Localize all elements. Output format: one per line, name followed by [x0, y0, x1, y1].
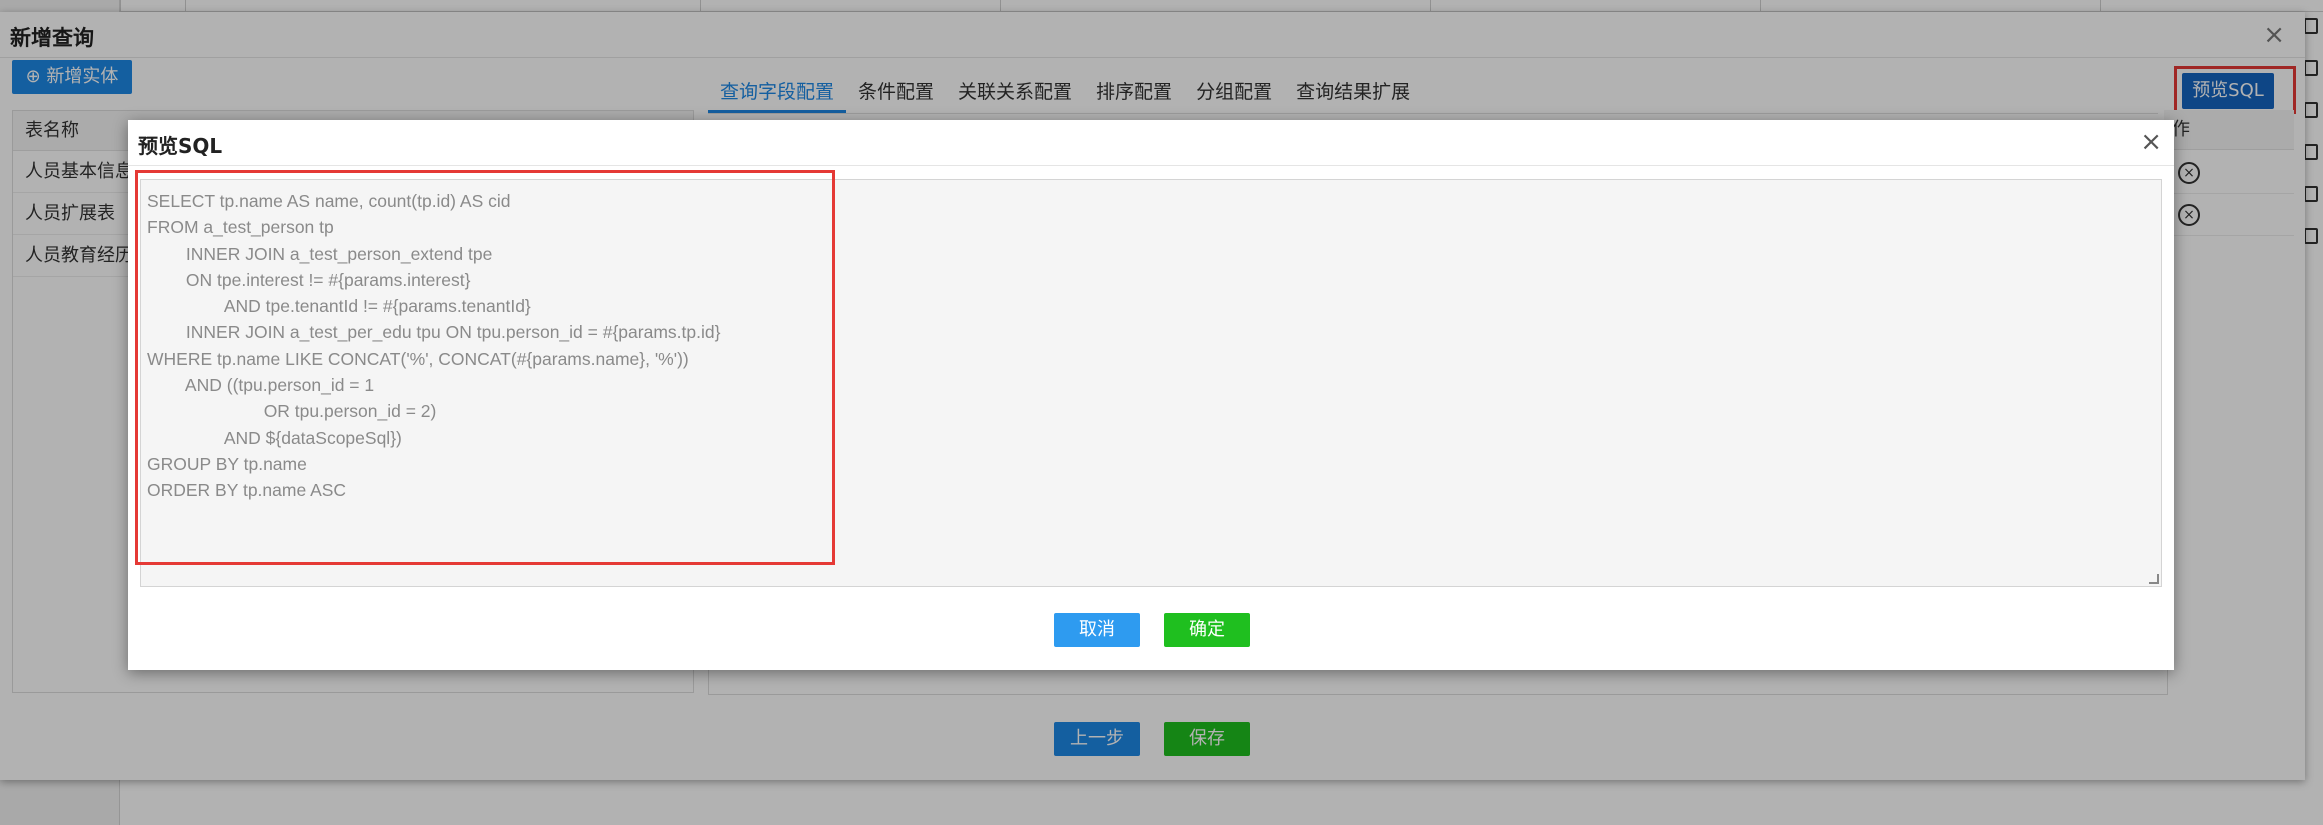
- modal-title: 预览SQL: [138, 134, 223, 158]
- highlight-box: [135, 170, 835, 565]
- preview-sql-modal: 预览SQL × SELECT tp.name AS name, count(tp…: [128, 120, 2174, 670]
- cancel-button[interactable]: 取消: [1054, 613, 1140, 647]
- close-icon[interactable]: ×: [2140, 127, 2162, 157]
- confirm-button[interactable]: 确定: [1164, 613, 1250, 647]
- resize-handle-icon[interactable]: [2149, 574, 2159, 584]
- modal-header: 预览SQL ×: [128, 120, 2174, 166]
